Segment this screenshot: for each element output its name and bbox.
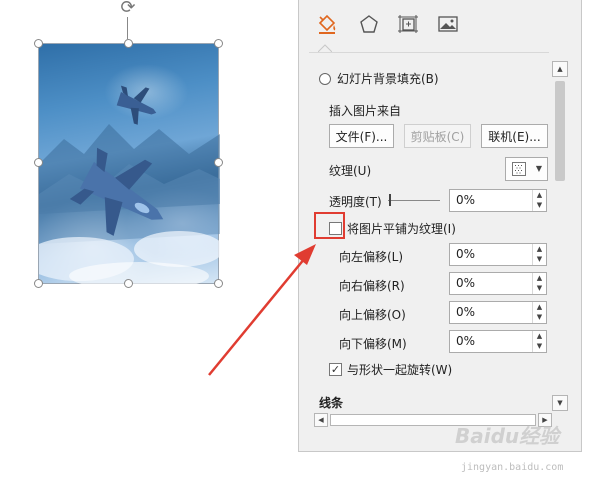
texture-swatch-icon <box>512 162 526 176</box>
chevron-down-icon[interactable]: ▼ <box>533 200 546 210</box>
resize-handle-left[interactable] <box>34 158 43 167</box>
resize-handle-top-right[interactable] <box>214 39 223 48</box>
tab-effects[interactable] <box>357 12 381 36</box>
chevron-down-icon: ▼ <box>535 164 542 173</box>
panel-tab-bar <box>299 0 581 52</box>
size-properties-icon <box>398 15 418 33</box>
spinner-arrows[interactable]: ▲ ▼ <box>532 302 546 323</box>
resize-handle-bottom-left[interactable] <box>34 279 43 288</box>
chevron-up-icon[interactable]: ▲ <box>533 302 546 312</box>
paint-bucket-icon <box>318 14 336 34</box>
resize-handle-top-left[interactable] <box>34 39 43 48</box>
texture-dropdown[interactable]: ▼ <box>505 157 548 181</box>
transparency-spinner[interactable]: 0% ▲ ▼ <box>449 189 547 212</box>
scroll-down-button[interactable]: ▼ <box>552 395 568 411</box>
offset-bottom-spinner[interactable]: 0% ▲ ▼ <box>449 330 547 353</box>
offset-left-label: 向左偏移(L) <box>339 250 404 264</box>
offset-top-value[interactable]: 0% <box>456 305 475 319</box>
fighter-jets-illustration <box>39 85 220 285</box>
offset-right-spinner[interactable]: 0% ▲ ▼ <box>449 272 547 295</box>
pentagon-icon <box>360 15 378 33</box>
clipboard-button: 剪贴板(C) <box>404 124 471 148</box>
highlight-box <box>314 212 345 239</box>
transparency-slider[interactable] <box>388 193 440 207</box>
offset-top-spinner[interactable]: 0% ▲ ▼ <box>449 301 547 324</box>
watermark-logo: Baidu经验 <box>455 424 560 448</box>
chevron-down-icon[interactable]: ▼ <box>533 312 546 322</box>
online-button[interactable]: 联机(E)... <box>481 124 548 148</box>
spinner-arrows[interactable]: ▲ ▼ <box>532 244 546 265</box>
line-section-header[interactable]: 线条 <box>319 394 343 411</box>
offset-bottom-label: 向下偏移(M) <box>339 337 407 351</box>
offset-left-spinner[interactable]: 0% ▲ ▼ <box>449 243 547 266</box>
tile-picture-label: 将图片平铺为纹理(I) <box>347 222 456 236</box>
watermark: Baidu经验 jingyan.baidu.com <box>455 420 595 482</box>
tab-fill-line[interactable] <box>315 12 339 36</box>
selected-picture[interactable] <box>38 43 220 285</box>
chevron-down-icon[interactable]: ▼ <box>533 283 546 293</box>
rotate-stem <box>127 17 128 39</box>
slider-track <box>388 200 440 201</box>
offset-left-value[interactable]: 0% <box>456 247 475 261</box>
panel-vertical-scrollbar[interactable]: ▲ ▼ <box>552 61 568 411</box>
panel-divider <box>309 52 549 53</box>
tab-picture[interactable] <box>436 12 460 36</box>
active-tab-indicator <box>318 44 332 52</box>
texture-label: 纹理(U) <box>329 164 372 178</box>
resize-handle-right[interactable] <box>214 158 223 167</box>
resize-handle-bottom[interactable] <box>124 279 133 288</box>
scroll-left-button[interactable]: ◀ <box>314 413 328 427</box>
rotate-with-shape-option[interactable]: ✓ 与形状一起旋转(W) <box>329 361 452 378</box>
chevron-up-icon[interactable]: ▲ <box>533 331 546 341</box>
slide-background-fill-label: 幻灯片背景填充(B) <box>337 72 439 86</box>
slider-thumb[interactable] <box>389 194 391 206</box>
chevron-up-icon[interactable]: ▲ <box>533 190 546 200</box>
scroll-thumb[interactable] <box>555 81 565 181</box>
resize-handle-top[interactable] <box>124 39 133 48</box>
offset-bottom-value[interactable]: 0% <box>456 334 475 348</box>
tab-size-properties[interactable] <box>396 12 420 36</box>
rotate-with-shape-checkbox[interactable]: ✓ <box>329 363 342 376</box>
insert-from-label: 插入图片来自 <box>329 104 402 118</box>
picture-icon <box>438 16 458 32</box>
resize-handle-bottom-right[interactable] <box>214 279 223 288</box>
chevron-down-icon[interactable]: ▼ <box>533 254 546 264</box>
spinner-arrows[interactable]: ▲ ▼ <box>532 273 546 294</box>
chevron-up-icon[interactable]: ▲ <box>533 244 546 254</box>
offset-top-label: 向上偏移(O) <box>339 308 406 322</box>
watermark-url: jingyan.baidu.com <box>461 462 564 473</box>
offset-right-label: 向右偏移(R) <box>339 279 405 293</box>
file-button[interactable]: 文件(F)... <box>329 124 394 148</box>
radio-button[interactable] <box>319 72 331 85</box>
scroll-up-button[interactable]: ▲ <box>552 61 568 77</box>
spinner-arrows[interactable]: ▲ ▼ <box>532 190 546 211</box>
chevron-down-icon[interactable]: ▼ <box>533 341 546 351</box>
transparency-value[interactable]: 0% <box>456 193 475 207</box>
chevron-up-icon[interactable]: ▲ <box>533 273 546 283</box>
slide-background-fill-option[interactable]: 幻灯片背景填充(B) <box>319 70 439 87</box>
rotate-with-shape-label: 与形状一起旋转(W) <box>347 363 453 377</box>
tile-picture-option[interactable]: 将图片平铺为纹理(I) <box>329 220 456 237</box>
offset-right-value[interactable]: 0% <box>456 276 475 290</box>
spinner-arrows[interactable]: ▲ ▼ <box>532 331 546 352</box>
rotate-handle[interactable]: ⟳ <box>119 0 137 18</box>
transparency-label: 透明度(T) <box>329 195 382 209</box>
